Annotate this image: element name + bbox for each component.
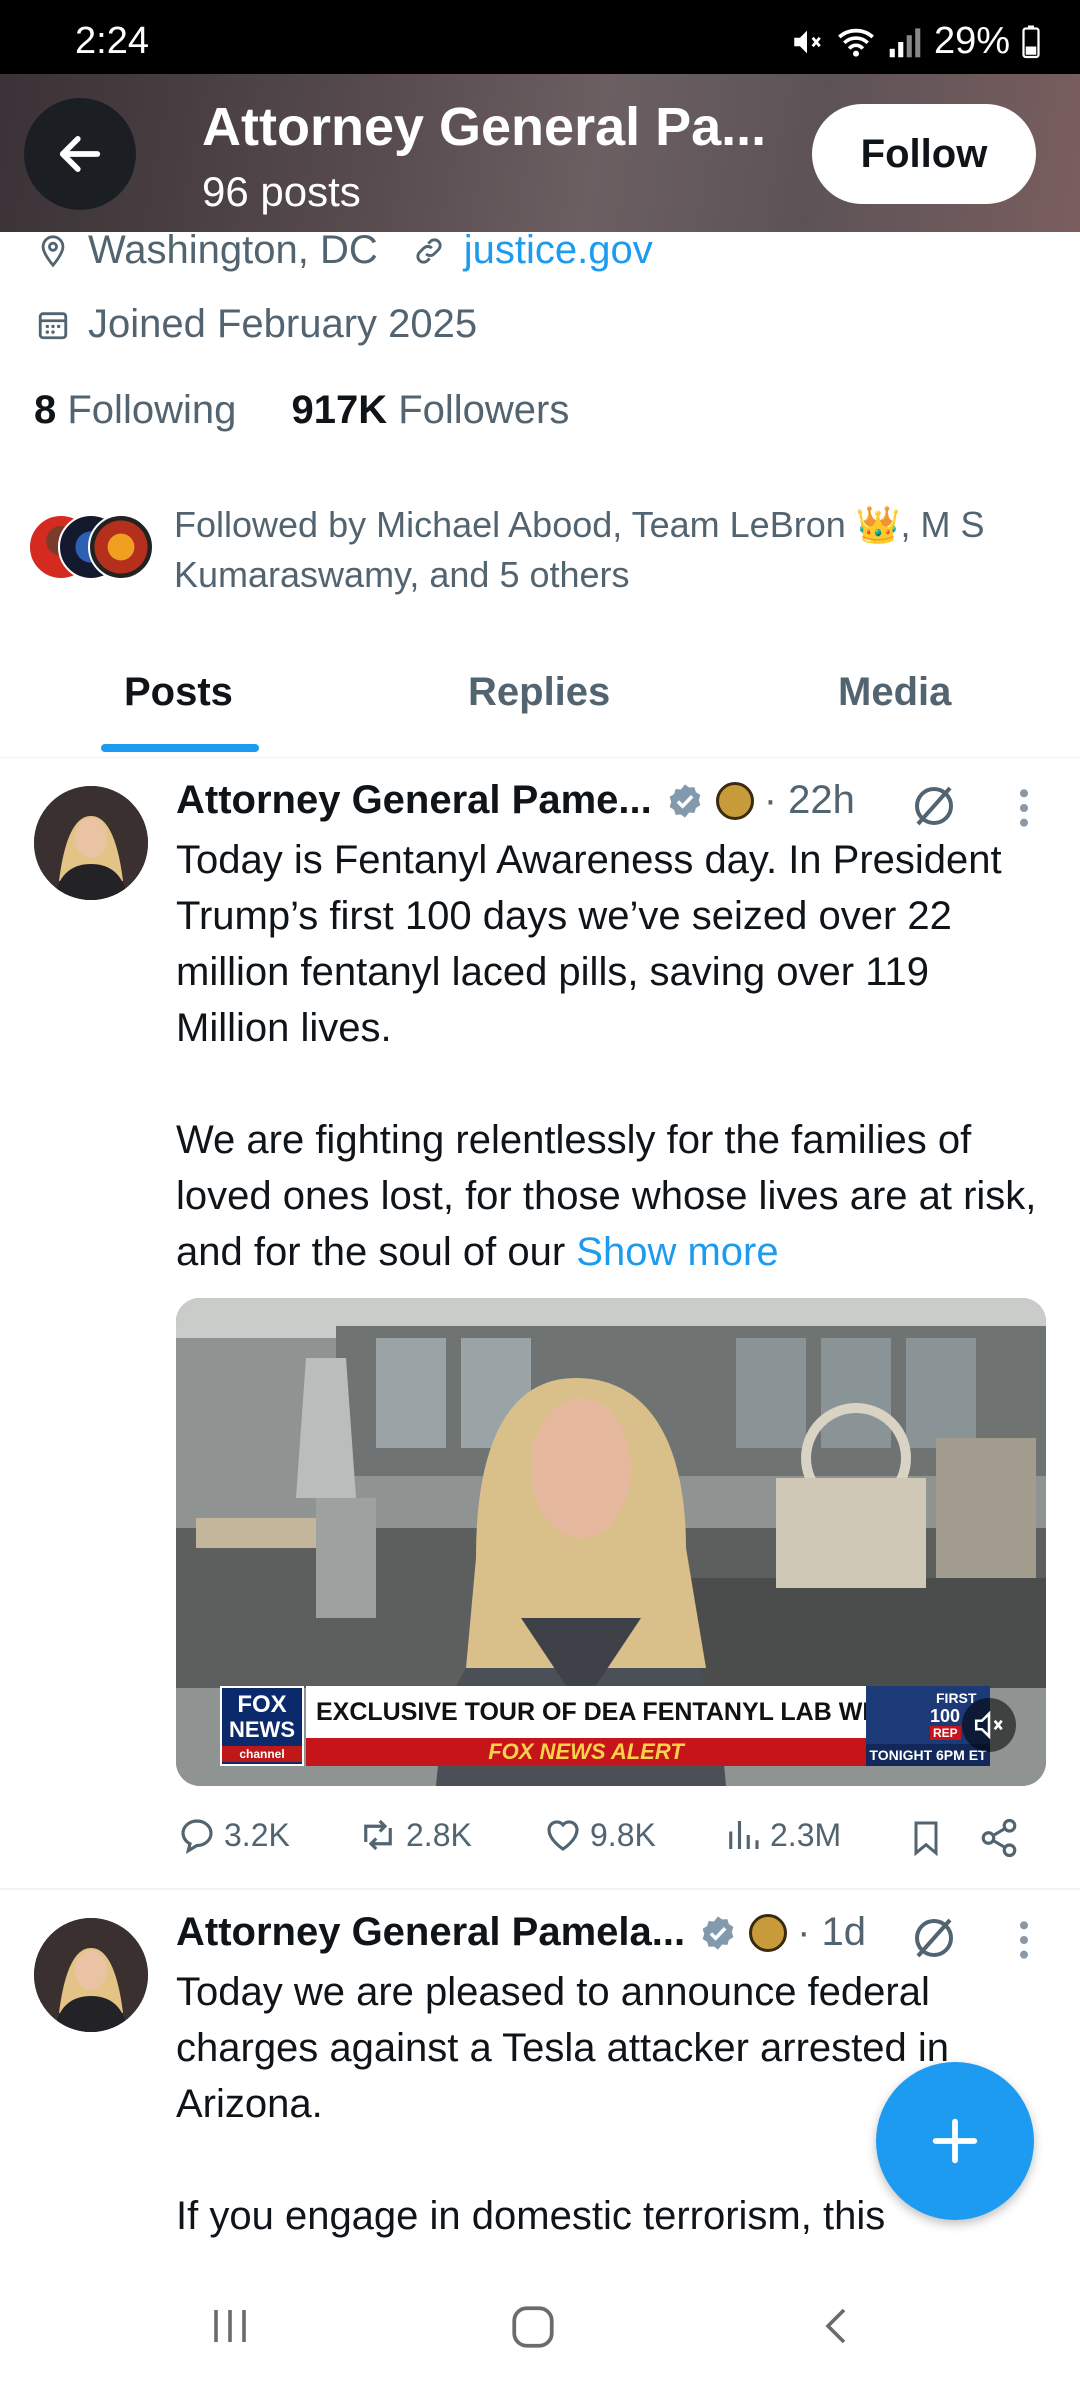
post-header: Attorney General Pame... · 22h (176, 778, 855, 823)
system-back-icon[interactable] (814, 2302, 862, 2350)
bookmark-icon[interactable] (906, 1816, 946, 1860)
post-author-avatar[interactable] (34, 786, 148, 900)
post-header: Attorney General Pamela... · 1d (176, 1910, 866, 1955)
battery-percent: 29% (933, 20, 1010, 62)
post-author-name[interactable]: Attorney General Pame... (176, 778, 652, 823)
verified-icon (702, 1915, 734, 1950)
post-video[interactable]: FOX NEWS channel EXCLUSIVE TOUR OF DEA F… (176, 1298, 1046, 1786)
posts-count: 96 posts (202, 168, 361, 215)
share-icon[interactable] (978, 1816, 1020, 1860)
followed-by-text: Followed by Michael Abood, Team LeBron 👑… (174, 504, 985, 595)
avatar-portrait (34, 1918, 148, 2032)
active-tab-indicator (101, 744, 259, 752)
mute-icon (974, 1710, 1003, 1740)
location-text: Washington, DC (88, 228, 378, 272)
followed-by-section[interactable]: Followed by Michael Abood, Team LeBron 👑… (28, 500, 1058, 600)
profile-header: Attorney General Pa... 96 posts Follow (0, 74, 1080, 232)
signal-icon (889, 27, 921, 57)
like-count: 9.8K (590, 1816, 656, 1853)
back-arrow-icon (59, 136, 101, 172)
avatar-portrait (34, 786, 148, 900)
post-divider (0, 1888, 1080, 1890)
government-seal-icon (749, 1913, 788, 1952)
more-icon[interactable] (1012, 1918, 1036, 1962)
followed-by-avatars (28, 514, 160, 584)
post-time: · 1d (797, 1910, 867, 1954)
mute-button[interactable] (962, 1698, 1016, 1752)
tab-replies[interactable]: Replies (468, 670, 610, 715)
like-button[interactable]: 9.8K (542, 1814, 656, 1856)
views-button[interactable]: 2.3M (722, 1814, 841, 1856)
video-alert-banner: FOX NEWS ALERT (306, 1738, 866, 1766)
following-link[interactable]: 8 Following (34, 388, 236, 432)
views-icon (729, 1821, 759, 1849)
status-icons: 29% (790, 20, 1040, 63)
mute-status-icon (794, 30, 821, 53)
calendar-icon (38, 311, 68, 339)
tab-media[interactable]: Media (838, 670, 951, 715)
follower-avatar (88, 514, 154, 580)
compose-button[interactable] (876, 2062, 1034, 2220)
reply-icon (181, 1819, 213, 1855)
link-icon (416, 237, 442, 264)
tab-posts[interactable]: Posts (124, 670, 233, 715)
post-actions: 3.2K 2.8K 9.8K 2.3M (176, 1814, 1056, 1864)
video-headline: EXCLUSIVE TOUR OF DEA FENTANYL LAB WITH … (306, 1686, 866, 1738)
battery-icon (1022, 25, 1040, 58)
wifi-icon (838, 28, 874, 57)
status-bar: 2:24 29% (0, 0, 1080, 74)
post-author-name[interactable]: Attorney General Pamela... (176, 1910, 685, 1955)
profile-tabs: Posts Replies Media (0, 640, 1080, 758)
follow-stats: 8 Following 917K Followers (34, 388, 569, 433)
system-nav-bar (0, 2262, 1080, 2400)
profile-name-title: Attorney General Pa... (202, 97, 767, 157)
fox-news-logo: FOX NEWS channel (220, 1686, 304, 1766)
back-button[interactable] (24, 98, 136, 210)
plus-icon (932, 2118, 978, 2164)
views-count: 2.3M (770, 1816, 842, 1853)
repost-count: 2.8K (406, 1816, 472, 1853)
verified-icon (669, 783, 701, 818)
post-author-avatar[interactable] (34, 1918, 148, 2032)
like-icon (547, 1820, 579, 1851)
status-time: 2:24 (75, 20, 149, 62)
more-icon[interactable] (1012, 786, 1036, 830)
grok-icon[interactable] (910, 782, 958, 830)
post-time: · 22h (763, 778, 855, 822)
post-text: Today is Fentanyl Awareness day. In Pres… (176, 838, 1037, 1274)
repost-icon (364, 1819, 392, 1851)
home-icon[interactable] (508, 2302, 558, 2352)
location-row: Washington, DC justice.gov (36, 228, 653, 273)
recent-apps-icon[interactable] (206, 2302, 254, 2350)
website-link[interactable]: justice.gov (464, 228, 653, 273)
grok-icon[interactable] (910, 1914, 958, 1962)
joined-row: Joined February 2025 (36, 302, 477, 347)
location-icon (41, 234, 65, 267)
joined-text: Joined February 2025 (88, 302, 478, 346)
reply-button[interactable]: 3.2K (176, 1814, 290, 1856)
followers-link[interactable]: 917K Followers (291, 388, 569, 432)
repost-button[interactable]: 2.8K (356, 1814, 472, 1856)
video-lower-third: FOX NEWS channel EXCLUSIVE TOUR OF DEA F… (220, 1686, 990, 1766)
reply-count: 3.2K (224, 1816, 290, 1853)
follow-button[interactable]: Follow (812, 104, 1036, 204)
show-more-link[interactable]: Show more (576, 1230, 778, 1274)
government-seal-icon (715, 781, 754, 820)
